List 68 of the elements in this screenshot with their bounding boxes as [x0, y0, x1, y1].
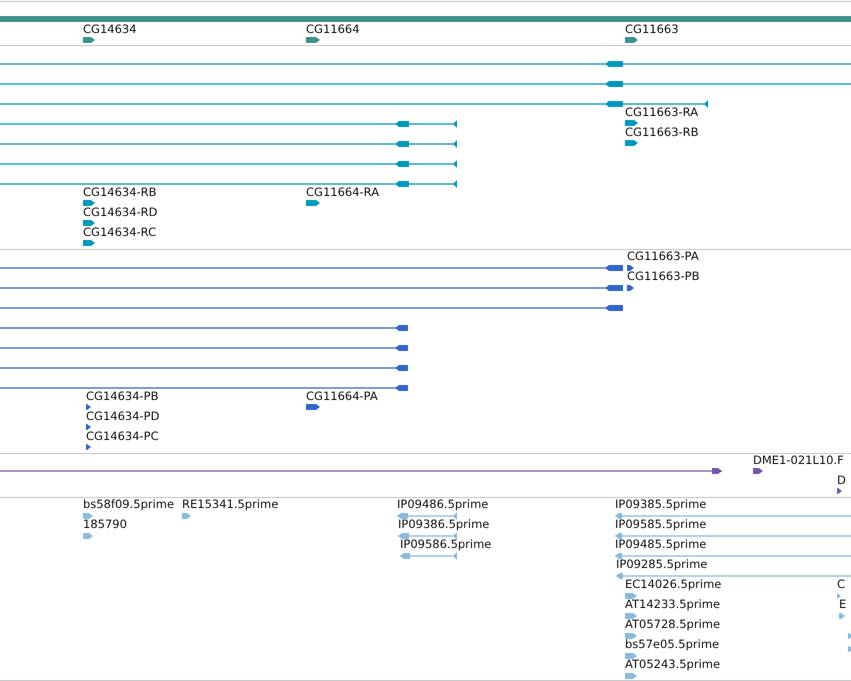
feature-label: bs58f09.5prime: [83, 497, 174, 511]
feature-label: bs57e05.5prime: [625, 637, 720, 651]
feature-label: CG11663: [625, 22, 679, 36]
feature-label: IP09485.5prime: [615, 537, 706, 551]
feature-glyph[interactable]: [625, 120, 638, 126]
feature-glyph[interactable]: [0, 265, 623, 271]
feature-label: CG11663-PB: [627, 269, 700, 283]
feature-label: CG14634-RB: [83, 185, 157, 199]
feature-label: D: [837, 473, 846, 487]
feature-label: CG14634: [83, 22, 137, 36]
feature-glyph[interactable]: [398, 532, 457, 540]
feature-glyph[interactable]: [0, 305, 623, 311]
feature-glyph[interactable]: [86, 424, 91, 430]
feature-label: AT14233.5prime: [625, 597, 720, 611]
feature-label: CG11664-RA: [306, 185, 380, 199]
feature-label: EC14026.5prime: [625, 577, 722, 591]
feature-glyph[interactable]: [83, 220, 95, 226]
feature-label: CG11664: [306, 22, 360, 36]
feature-glyph[interactable]: [0, 468, 722, 474]
feature-label: CG14634-PC: [86, 429, 159, 443]
feature-label: CG14634-RC: [83, 225, 156, 239]
feature-label: AT05243.5prime: [625, 657, 720, 671]
feature-glyph[interactable]: [0, 160, 457, 168]
feature-glyph[interactable]: [625, 37, 638, 43]
feature-label: CG11664-PA: [306, 389, 378, 403]
feature-label: IP09586.5prime: [400, 537, 492, 551]
feature-glyph[interactable]: [83, 37, 95, 43]
feature-glyph[interactable]: [0, 81, 851, 87]
feature-glyph[interactable]: [625, 140, 638, 146]
feature-label: 185790: [83, 517, 127, 531]
feature-glyph[interactable]: [0, 61, 851, 67]
feature-label: IP09285.5prime: [616, 557, 708, 571]
feature-glyph[interactable]: [0, 100, 708, 108]
feature-label: CG11663-RB: [625, 125, 699, 139]
feature-label: C: [837, 577, 846, 591]
feature-glyph[interactable]: [753, 468, 763, 474]
feature-glyph[interactable]: [83, 200, 95, 206]
feature-label: DME1-021L10.F: [753, 453, 844, 467]
feature-glyph[interactable]: [397, 512, 457, 520]
feature-glyph[interactable]: [0, 285, 623, 291]
feature-glyph[interactable]: [0, 345, 408, 351]
feature-glyph[interactable]: [306, 37, 320, 43]
feature-glyph[interactable]: [86, 444, 91, 450]
feature-glyph[interactable]: [306, 200, 320, 206]
feature-glyph[interactable]: [627, 265, 634, 271]
feature-label: E: [839, 597, 846, 611]
feature-glyph[interactable]: [306, 404, 320, 410]
feature-glyph[interactable]: [0, 140, 457, 148]
feature-glyph[interactable]: [0, 385, 408, 391]
feature-glyph[interactable]: [627, 285, 634, 291]
feature-label: IP09386.5prime: [398, 517, 490, 531]
feature-label: CG11663-PA: [627, 249, 699, 263]
feature-label: AT05728.5prime: [625, 617, 720, 631]
feature-label: CG14634-PB: [86, 389, 158, 403]
feature-label: IP09385.5prime: [615, 497, 706, 511]
feature-glyph[interactable]: [0, 180, 457, 188]
feature-glyph[interactable]: [86, 404, 91, 410]
feature-label: IP09486.5prime: [397, 497, 488, 511]
feature-glyph[interactable]: [0, 325, 408, 331]
feature-label: IP09585.5prime: [615, 517, 706, 531]
feature-glyph[interactable]: [0, 120, 457, 128]
feature-label: CG14634-PD: [86, 409, 160, 423]
feature-label: CG14634-RD: [83, 205, 158, 219]
feature-glyph[interactable]: [83, 240, 95, 246]
feature-label: RE15341.5prime: [182, 497, 278, 511]
feature-glyph[interactable]: [837, 488, 842, 494]
feature-glyph[interactable]: [0, 365, 408, 371]
feature-label: CG11663-RA: [625, 105, 698, 119]
